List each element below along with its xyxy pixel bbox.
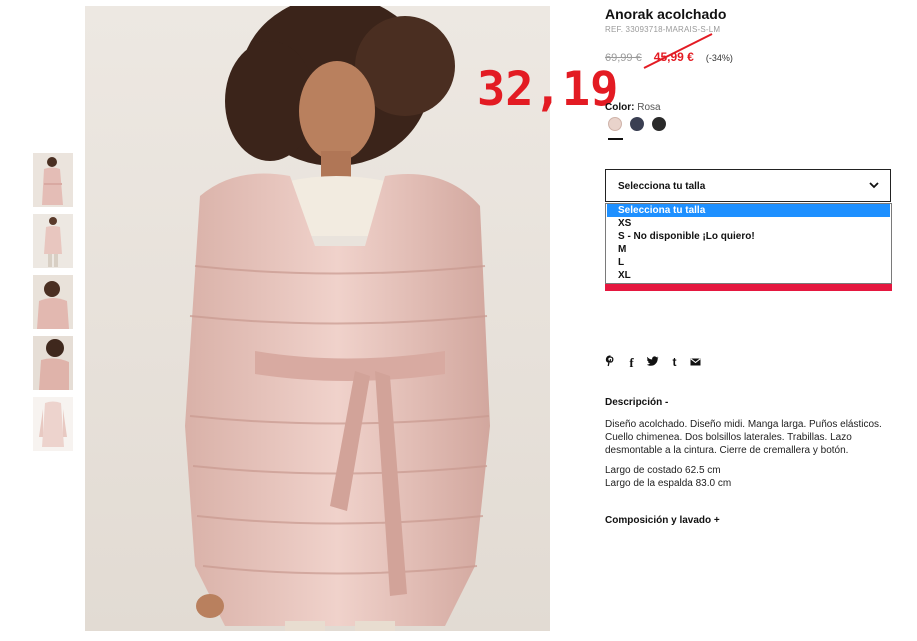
twitter-icon[interactable]	[646, 355, 659, 369]
size-option-l[interactable]: L	[606, 256, 891, 269]
description-body: Diseño acolchado. Diseño midi. Manga lar…	[605, 419, 882, 457]
old-price: 69,99 €	[605, 52, 642, 64]
composition-toggle[interactable]: Composición y lavado +	[605, 515, 720, 526]
thumbnail-3[interactable]	[33, 275, 73, 329]
description-toggle[interactable]: Descripción -	[605, 397, 668, 408]
measurements: Largo de costado 62.5 cm Largo de la esp…	[605, 464, 731, 490]
size-option-xs[interactable]: XS	[606, 217, 891, 230]
facebook-icon[interactable]: f	[627, 356, 636, 369]
size-option-xl[interactable]: XL	[606, 269, 891, 282]
swatch-rosa[interactable]	[608, 117, 622, 131]
size-option-placeholder[interactable]: Selecciona tu talla	[607, 204, 890, 217]
annotation-price: 32,19	[477, 62, 619, 117]
mail-icon[interactable]	[690, 356, 701, 368]
color-label-text: Color:	[605, 102, 635, 113]
product-title: Anorak acolchado	[605, 6, 727, 22]
size-dropdown-list: Selecciona tu talla XS S - No disponible…	[605, 203, 892, 284]
add-to-bag-bar[interactable]	[605, 284, 892, 291]
color-value: Rosa	[637, 102, 661, 113]
size-select-label: Selecciona tu talla	[618, 181, 706, 192]
swatch-negro[interactable]	[652, 117, 666, 131]
color-label: Color: Rosa	[605, 102, 661, 113]
chevron-down-icon	[868, 179, 880, 194]
measure-back-length: Largo de la espalda 83.0 cm	[605, 478, 732, 490]
thumbnail-5[interactable]	[33, 397, 73, 451]
selected-swatch-indicator	[608, 138, 623, 140]
swatch-azul-marino[interactable]	[630, 117, 644, 131]
annotation-strike	[643, 33, 713, 69]
size-option-s[interactable]: S - No disponible ¡Lo quiero!	[606, 230, 891, 243]
thumbnail-1[interactable]	[33, 153, 73, 207]
thumbnail-2[interactable]	[33, 214, 73, 268]
thumbnail-gallery	[33, 153, 73, 458]
size-option-m[interactable]: M	[606, 243, 891, 256]
tumblr-icon[interactable]: t	[670, 356, 679, 368]
color-swatches	[608, 117, 666, 131]
pinterest-icon[interactable]	[605, 355, 616, 369]
size-select[interactable]: Selecciona tu talla	[605, 169, 891, 202]
social-share: f t	[605, 355, 701, 369]
measure-side-length: Largo de costado 62.5 cm	[605, 465, 721, 476]
thumbnail-4[interactable]	[33, 336, 73, 390]
